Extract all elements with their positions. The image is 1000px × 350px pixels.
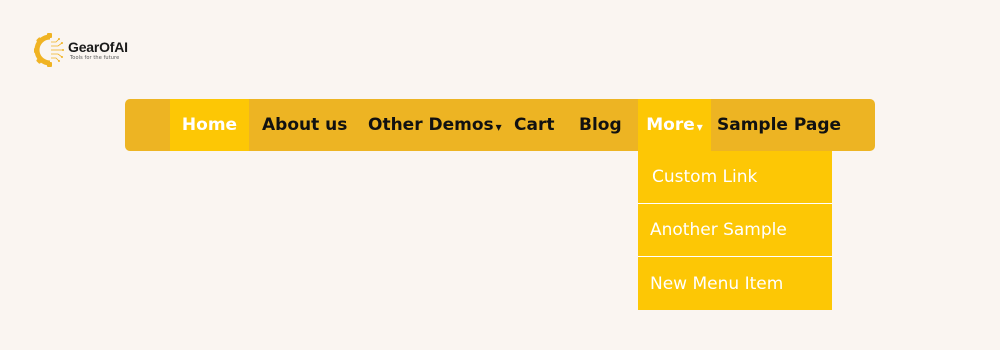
- caret-down-icon: ▾: [696, 120, 703, 134]
- dropdown-item-another-sample[interactable]: Another Sample: [638, 204, 832, 257]
- dropdown-item-label: Custom Link: [652, 167, 758, 187]
- nav-item-label: More: [646, 115, 695, 135]
- site-logo[interactable]: GearOfAI Tools for the future: [34, 33, 128, 67]
- nav-item-label: About us: [262, 115, 348, 135]
- nav-item-blog[interactable]: Blog: [579, 99, 622, 151]
- dropdown-item-new-menu-item[interactable]: New Menu Item: [638, 257, 832, 310]
- more-dropdown-menu: Custom Link Another Sample New Menu Item: [638, 151, 832, 310]
- logo-name: GearOfAI: [68, 38, 128, 55]
- nav-item-home[interactable]: Home: [170, 99, 249, 151]
- nav-item-label: Blog: [579, 115, 622, 135]
- dropdown-item-label: New Menu Item: [650, 273, 784, 294]
- gear-icon: [34, 33, 64, 67]
- dropdown-item-custom-link[interactable]: Custom Link: [638, 151, 832, 204]
- nav-item-label: Other Demos: [368, 115, 494, 135]
- logo-tagline: Tools for the future: [70, 54, 120, 61]
- nav-item-other-demos[interactable]: Other Demos ▾: [368, 99, 502, 151]
- main-navbar: Home About us Other Demos ▾ Cart Blog Mo…: [125, 99, 875, 151]
- nav-item-cart[interactable]: Cart: [514, 99, 554, 151]
- nav-item-more[interactable]: More ▾: [638, 99, 711, 151]
- nav-item-sample-page[interactable]: Sample Page: [717, 99, 841, 151]
- nav-item-about-us[interactable]: About us: [262, 99, 347, 151]
- nav-item-label: Cart: [514, 115, 555, 135]
- nav-item-label: Sample Page: [717, 115, 842, 135]
- caret-down-icon: ▾: [495, 120, 502, 134]
- dropdown-item-label: Another Sample: [650, 220, 787, 240]
- nav-item-label: Home: [181, 115, 238, 135]
